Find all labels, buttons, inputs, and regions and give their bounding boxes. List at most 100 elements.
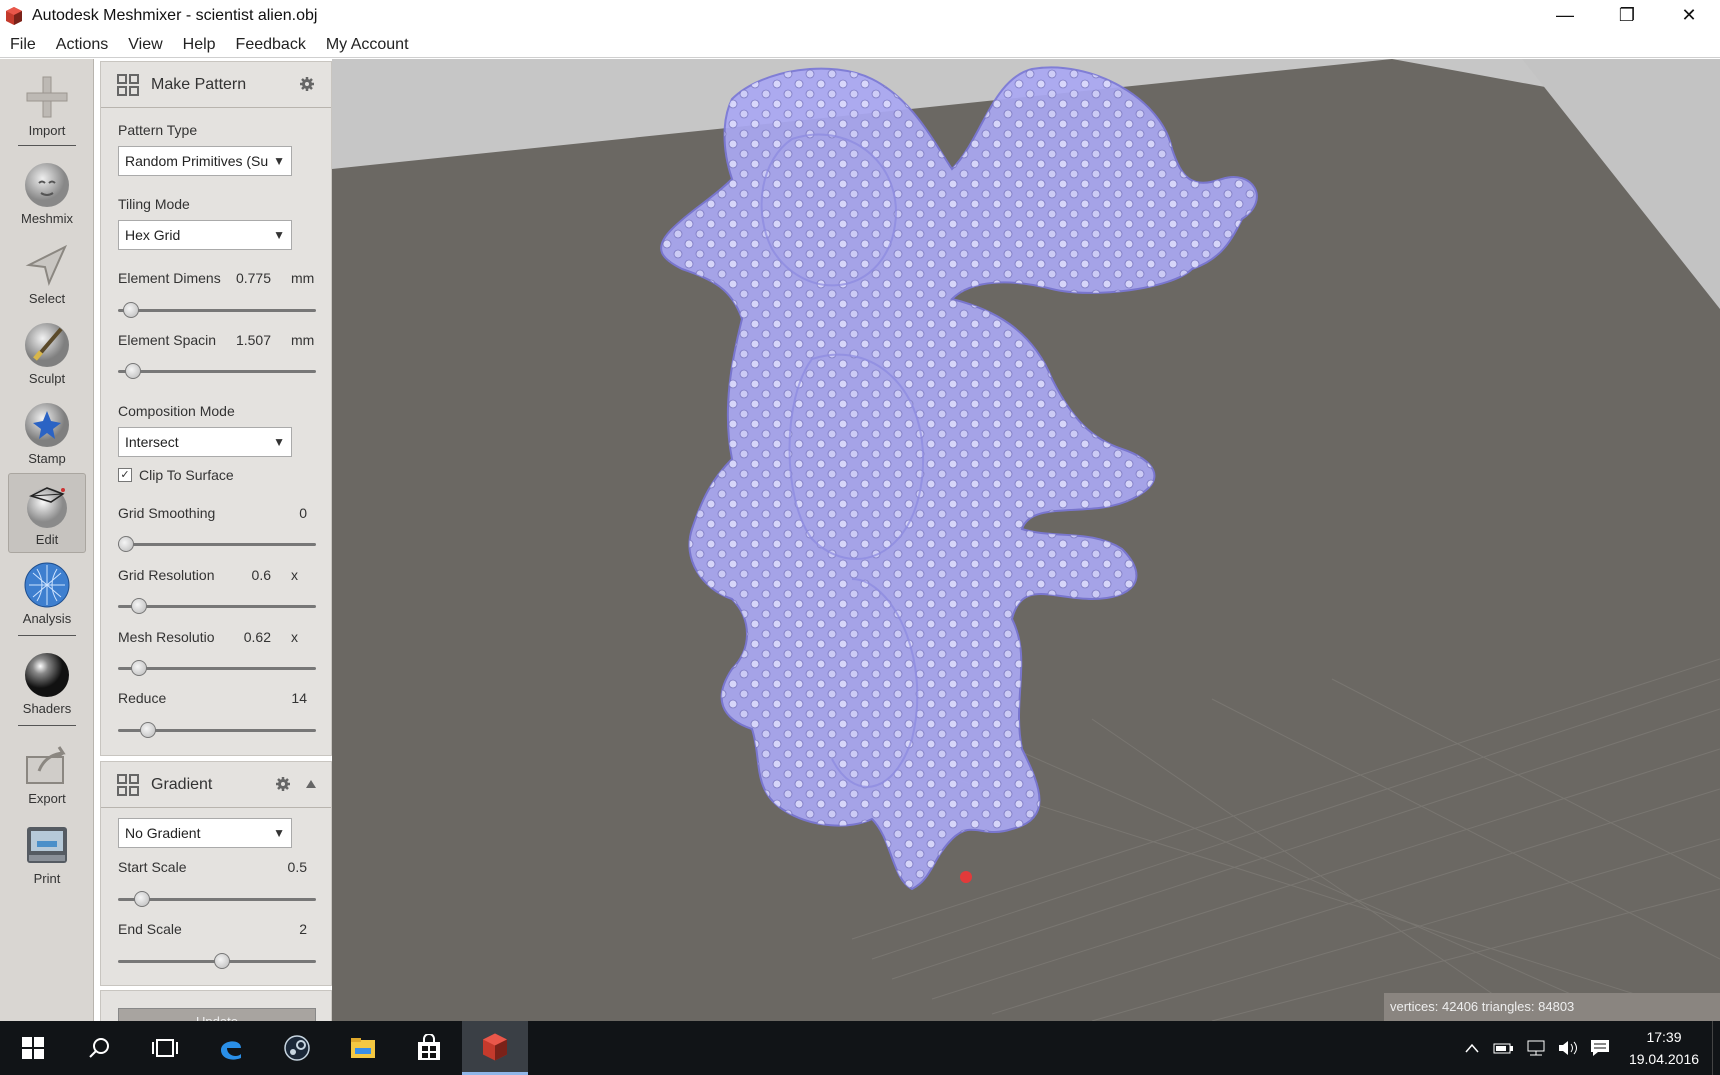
- file-explorer-button[interactable]: [330, 1021, 396, 1075]
- gradient-panel: Gradient No Gradient ▼ Start Scale 0.5 E…: [100, 761, 332, 986]
- show-desktop-button[interactable]: [1712, 1021, 1720, 1075]
- gear-icon[interactable]: [275, 776, 291, 792]
- gradient-header: Gradient: [101, 762, 331, 808]
- task-view-icon: [152, 1039, 178, 1057]
- mesh-resolution-slider[interactable]: [118, 660, 316, 676]
- tray-expand-button[interactable]: [1456, 1021, 1488, 1075]
- tool-analysis[interactable]: Analysis: [8, 553, 86, 633]
- window-title: Autodesk Meshmixer - scientist alien.obj: [32, 6, 318, 24]
- volume-icon: [1559, 1041, 1577, 1055]
- start-scale-slider[interactable]: [118, 891, 316, 907]
- stamp-icon: [25, 403, 69, 447]
- notification-icon: [1591, 1040, 1609, 1056]
- export-icon: [26, 746, 66, 784]
- volume-button[interactable]: [1552, 1021, 1584, 1075]
- menu-bar: File Actions View Help Feedback My Accou…: [0, 31, 1720, 58]
- meshmixer-app-icon: [6, 6, 22, 25]
- menu-actions[interactable]: Actions: [46, 31, 118, 58]
- make-pattern-panel: Make Pattern Pattern Type Random Primiti…: [100, 61, 332, 756]
- network-icon: [1527, 1040, 1545, 1056]
- grid-smoothing-slider[interactable]: [118, 536, 316, 552]
- slider-thumb[interactable]: [125, 363, 142, 379]
- menu-help[interactable]: Help: [173, 31, 226, 58]
- close-button[interactable]: ✕: [1658, 0, 1720, 31]
- clip-to-surface-checkbox[interactable]: ✓: [118, 468, 132, 482]
- menu-my-account[interactable]: My Account: [316, 31, 419, 58]
- menu-feedback[interactable]: Feedback: [226, 31, 316, 58]
- tool-meshmix[interactable]: Meshmix: [8, 153, 86, 233]
- pattern-type-dropdown[interactable]: Random Primitives (Su ▼: [118, 146, 292, 176]
- slider-thumb[interactable]: [214, 953, 231, 969]
- panel-grid-icon: [117, 73, 139, 96]
- edge-button[interactable]: [198, 1021, 264, 1075]
- tool-export[interactable]: Export: [8, 733, 86, 813]
- tool-label: Select: [28, 291, 66, 306]
- windows-start-button[interactable]: [0, 1021, 66, 1075]
- 3d-viewport[interactable]: [332, 59, 1720, 1021]
- windows-start-icon: [22, 1037, 44, 1059]
- pivot-marker: [960, 871, 972, 883]
- tool-label: Meshmix: [20, 211, 73, 226]
- tiling-mode-dropdown[interactable]: Hex Grid ▼: [118, 220, 292, 250]
- end-scale-label: End Scale: [118, 921, 182, 937]
- grid-resolution-label: Grid Resolution: [118, 567, 215, 583]
- panel-title: Make Pattern: [151, 75, 247, 93]
- edit-icon: [27, 487, 67, 528]
- end-scale-slider[interactable]: [118, 953, 316, 969]
- grid-resolution-slider[interactable]: [118, 598, 316, 614]
- store-button[interactable]: [396, 1021, 462, 1075]
- slider-thumb[interactable]: [134, 891, 151, 907]
- element-spacing-slider[interactable]: [118, 363, 316, 379]
- task-view-button[interactable]: [132, 1021, 198, 1075]
- tool-import[interactable]: Import: [8, 65, 86, 145]
- maximize-button[interactable]: ❐: [1596, 0, 1658, 31]
- collapse-arrow-icon[interactable]: [305, 778, 317, 790]
- update-button[interactable]: Update: [118, 1008, 316, 1022]
- network-button[interactable]: [1520, 1021, 1552, 1075]
- slider-thumb[interactable]: [130, 598, 147, 614]
- pattern-type-label: Pattern Type: [118, 122, 198, 138]
- tool-sculpt[interactable]: Sculpt: [8, 313, 86, 393]
- element-dimens-slider[interactable]: [118, 302, 316, 318]
- tool-stamp[interactable]: Stamp: [8, 393, 86, 473]
- minimize-button[interactable]: —: [1534, 0, 1596, 31]
- tool-label: Shaders: [22, 701, 72, 716]
- mesh-stats: vertices: 42406 triangles: 84803: [1384, 993, 1720, 1021]
- select-arrow-icon: [25, 244, 68, 287]
- gradient-mode-dropdown[interactable]: No Gradient ▼: [118, 818, 292, 848]
- dropdown-arrow-icon: ▼: [273, 154, 285, 168]
- panel-title: Gradient: [151, 775, 213, 793]
- steam-icon: [284, 1035, 310, 1061]
- print-icon: [27, 827, 67, 863]
- steam-button[interactable]: [264, 1021, 330, 1075]
- meshmixer-taskbar-button[interactable]: [462, 1021, 528, 1075]
- gradient-mode-value: No Gradient: [125, 825, 201, 841]
- menu-file[interactable]: File: [0, 31, 46, 58]
- tool-label: Analysis: [22, 611, 72, 626]
- composition-mode-label: Composition Mode: [118, 403, 235, 419]
- slider-thumb[interactable]: [139, 722, 156, 738]
- sculpt-brush-icon: [25, 323, 69, 367]
- element-dimens-value: 0.775: [235, 270, 271, 286]
- composition-mode-dropdown[interactable]: Intersect ▼: [118, 427, 292, 457]
- store-icon: [418, 1034, 440, 1060]
- menu-view[interactable]: View: [118, 31, 172, 58]
- toolbar-divider: [18, 635, 76, 636]
- tool-print[interactable]: Print: [8, 813, 86, 893]
- search-button[interactable]: [66, 1021, 132, 1075]
- tool-shaders[interactable]: Shaders: [8, 643, 86, 723]
- reduce-slider[interactable]: [118, 722, 316, 738]
- slider-thumb[interactable]: [123, 302, 140, 318]
- slider-thumb[interactable]: [118, 536, 134, 552]
- meshmixer-icon: [483, 1033, 507, 1060]
- taskbar-clock[interactable]: 17:39 19.04.2016: [1616, 1026, 1712, 1070]
- action-center-button[interactable]: [1584, 1021, 1616, 1075]
- update-panel: Update: [100, 990, 332, 1022]
- battery-button[interactable]: [1488, 1021, 1520, 1075]
- edge-icon: [221, 1041, 241, 1060]
- slider-thumb[interactable]: [130, 660, 147, 676]
- tool-label: Sculpt: [28, 371, 66, 386]
- gear-icon[interactable]: [299, 76, 315, 92]
- tool-edit[interactable]: Edit: [8, 473, 86, 553]
- tool-select[interactable]: Select: [8, 233, 86, 313]
